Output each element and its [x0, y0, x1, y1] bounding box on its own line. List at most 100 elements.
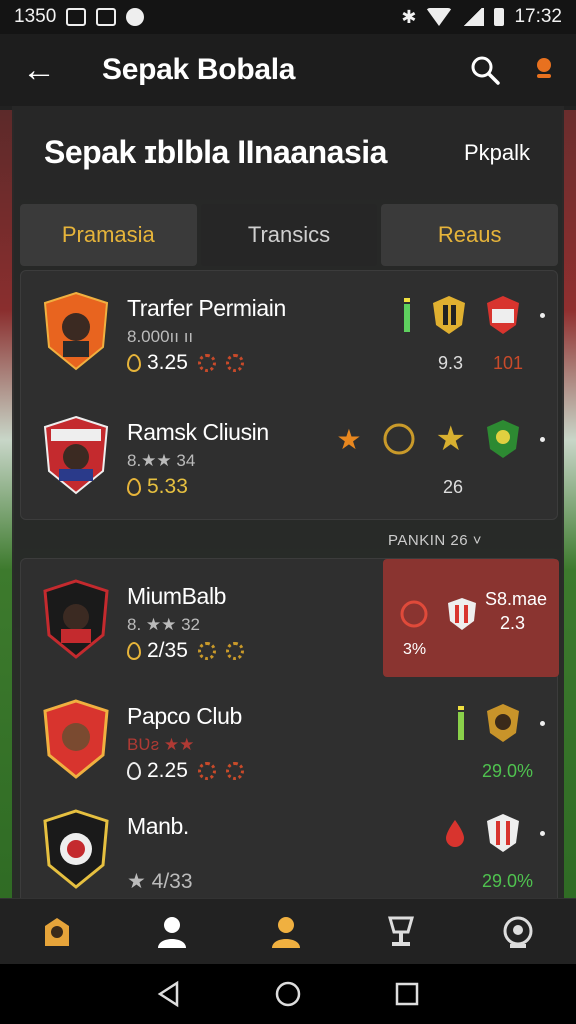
- item-subtitle: 8. ★★ 32: [127, 615, 201, 634]
- star-icon: ★: [336, 423, 362, 455]
- gold-star-icon: ★: [435, 420, 466, 458]
- person-icon[interactable]: [156, 914, 188, 950]
- item-stat: 29.0%: [481, 871, 533, 891]
- highlight-line2: 2.3: [499, 613, 525, 633]
- item-name: Trarfer Permiain: [127, 295, 286, 321]
- system-navigation: [0, 964, 576, 1024]
- club-badge-icon: [487, 420, 519, 458]
- item-value-text: 2.25: [147, 759, 188, 782]
- item-subtitle: 8.000ıı ıı: [127, 327, 194, 346]
- item-badges: [456, 703, 545, 743]
- item-value-text: 2/35: [147, 639, 188, 662]
- item-stat: 9.3: [437, 353, 463, 373]
- home-icon[interactable]: [41, 914, 73, 950]
- item-stat: 29.0%: [481, 761, 533, 781]
- bluetooth-icon: ✱: [401, 6, 417, 27]
- club-badge-icon: [487, 296, 519, 334]
- club-badge-icon: [433, 296, 465, 334]
- wifi-icon: [426, 8, 453, 26]
- list-item[interactable]: Trarfer Permiain 8.000ıı ıı 3.25 9.3 101: [21, 271, 559, 391]
- tab-transics[interactable]: Transics: [200, 204, 378, 266]
- main-panel: Sepak ɪblbla IInaanasia Pkpalk Pramasia …: [12, 106, 564, 906]
- tab-bar: Pramasia Transics Reaus: [20, 204, 559, 266]
- bar-indicator-icon: [404, 298, 410, 332]
- item-value: ★ 4/33: [127, 869, 193, 894]
- list-item[interactable]: MiumBalb 8. ★★ 32 2/35 S8.mae 2.3 3%: [21, 559, 559, 679]
- gear-icon: [225, 642, 244, 660]
- stadium-background-right: [562, 110, 576, 910]
- home-nav-icon[interactable]: [274, 980, 302, 1008]
- gear-icon: [197, 354, 216, 372]
- item-subtitle: 8.★★ 34: [127, 451, 196, 470]
- club-crest-icon: [43, 291, 109, 371]
- item-name: Papco Club: [127, 703, 242, 729]
- list-item[interactable]: Ramsk Cliusin 8.★★ 34 5.33 ★ ★ 26: [21, 395, 559, 515]
- club-crest-icon: [43, 415, 109, 495]
- list-item[interactable]: Papco Club BƲƨ ★★ 2.25 29.0%: [21, 679, 559, 799]
- person-active-icon[interactable]: [270, 914, 302, 950]
- item-badges: [444, 813, 545, 853]
- status-time-right: 17:32: [514, 6, 562, 27]
- location-icon: [127, 642, 141, 660]
- top-list-card: Trarfer Permiain 8.000ıı ıı 3.25 9.3 101: [20, 270, 558, 520]
- item-value-text: 3.25: [147, 351, 188, 374]
- club-badge-icon: [448, 598, 476, 630]
- item-stat: 26: [442, 477, 463, 497]
- club-badge-icon: [400, 600, 428, 628]
- club-badge-icon: [487, 814, 519, 852]
- list-item[interactable]: Manb. ★ 4/33 29.0%: [21, 789, 559, 909]
- back-nav-icon[interactable]: [155, 980, 183, 1008]
- tab-reaus[interactable]: Reaus: [381, 204, 559, 266]
- club-crest-icon: [43, 699, 109, 779]
- club-crest-icon: [43, 809, 109, 889]
- gear-icon: [197, 642, 216, 660]
- club-badge-icon: [487, 704, 519, 742]
- item-stat-secondary: 101: [492, 353, 523, 373]
- status-time-left: 1350: [14, 6, 57, 27]
- item-name: Manb.: [127, 813, 189, 839]
- more-icon[interactable]: [540, 312, 545, 318]
- item-value-text: ★ 4/33: [127, 870, 193, 893]
- drop-icon: [446, 820, 464, 847]
- bottom-navigation: [0, 898, 576, 964]
- item-badges: [402, 295, 545, 335]
- status-bar: 1350 ✱ 17:32: [0, 0, 576, 34]
- app-bar: ← Sepak Bobala: [0, 34, 576, 106]
- page-title: Sepak ɪblbla IInaanasia: [44, 134, 387, 170]
- item-badges: ★ ★: [336, 419, 545, 459]
- highlight-line3: 3%: [403, 641, 427, 658]
- item-value: 3.25: [127, 351, 244, 375]
- notification-icon: [66, 8, 87, 26]
- item-value: 5.33: [127, 475, 188, 499]
- lion-badge-icon: [383, 423, 415, 455]
- search-icon[interactable]: [470, 55, 500, 85]
- gear-icon: [197, 762, 216, 780]
- help-icon[interactable]: [501, 914, 535, 950]
- tab-pramasia[interactable]: Pramasia: [20, 204, 197, 266]
- trophy-icon[interactable]: [384, 914, 418, 950]
- item-name: Ramsk Cliusin: [127, 419, 269, 445]
- sort-dropdown[interactable]: PANKIN 26 ˅: [388, 532, 482, 549]
- gear-icon: [225, 354, 244, 372]
- more-icon[interactable]: [540, 436, 545, 442]
- item-name: MiumBalb: [127, 583, 227, 609]
- location-icon: [127, 354, 141, 372]
- signal-icon: [462, 8, 485, 26]
- arrow-left-icon[interactable]: ←: [22, 51, 62, 90]
- gear-icon: [225, 762, 244, 780]
- app-title: Sepak Bobala: [102, 53, 296, 86]
- more-icon[interactable]: [540, 720, 545, 726]
- recents-nav-icon[interactable]: [393, 980, 421, 1008]
- more-icon[interactable]: [540, 830, 545, 836]
- item-value: 2/35: [127, 639, 244, 663]
- highlight-line1: S8.mae: [484, 589, 547, 609]
- item-value: 2.25: [127, 759, 244, 783]
- app-icon: [126, 8, 145, 26]
- highlight-card[interactable]: S8.mae 2.3 3%: [383, 559, 559, 677]
- battery-icon: [494, 8, 505, 26]
- location-icon: [127, 478, 141, 496]
- gallery-icon: [96, 8, 117, 26]
- alert-icon[interactable]: [534, 55, 554, 85]
- header-right-link[interactable]: Pkpalk: [464, 140, 530, 166]
- club-crest-icon: [43, 579, 109, 659]
